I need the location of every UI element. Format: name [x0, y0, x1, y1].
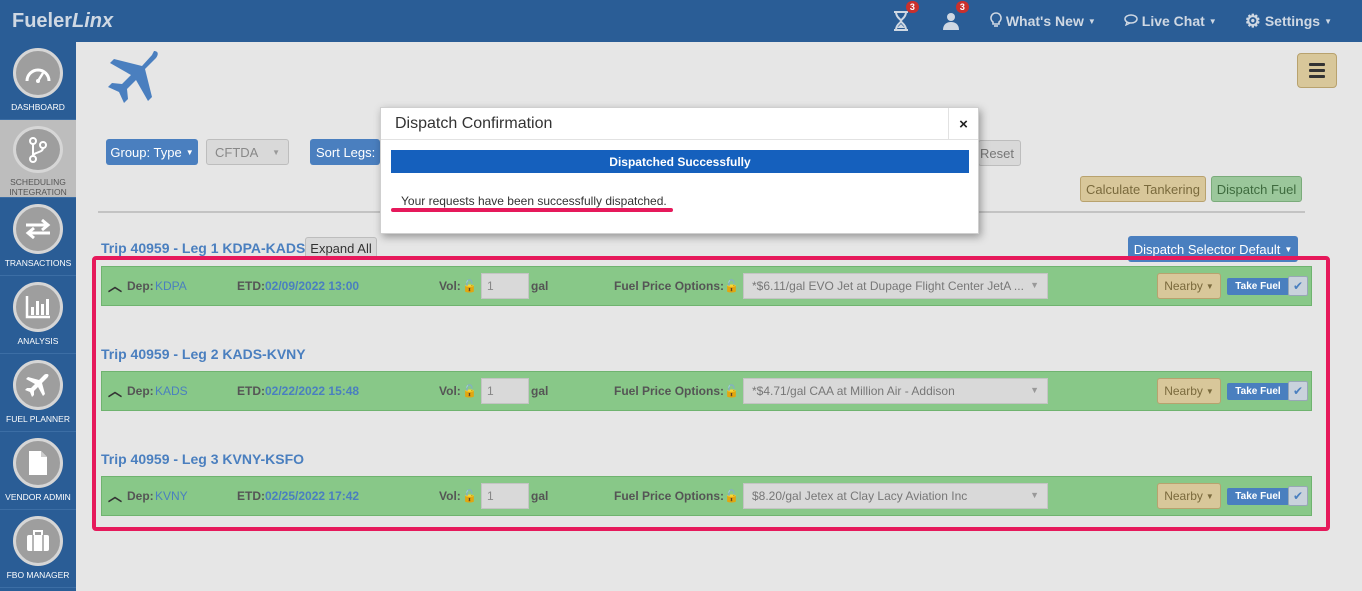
hamburger-line [1309, 75, 1325, 78]
dispatch-fuel-button[interactable]: Dispatch Fuel [1211, 176, 1302, 202]
gauge-icon [13, 48, 63, 98]
bar-chart-icon [13, 282, 63, 332]
caret-down-icon: ▼ [185, 147, 194, 157]
group-value-select[interactable]: CFTDA ▼ [206, 139, 289, 165]
sidebar-item-fbo-manager[interactable]: FBO MANAGER [0, 510, 76, 588]
briefcase-icon [13, 516, 63, 566]
notification-badge: 3 [955, 1, 969, 13]
calculate-tankering-button[interactable]: Calculate Tankering [1080, 176, 1206, 202]
brand-logo[interactable]: FuelerLinx [0, 10, 113, 33]
success-banner: Dispatched Successfully [391, 150, 969, 173]
live-chat-label: Live Chat [1141, 13, 1205, 29]
group-type-label: Group: Type [110, 144, 182, 160]
modal-title: Dispatch Confirmation [395, 114, 553, 132]
close-button[interactable]: × [948, 108, 978, 140]
hamburger-line [1309, 63, 1325, 66]
user-notifications[interactable]: 3 [940, 1, 969, 32]
group-value: CFTDA [215, 144, 259, 160]
sidebar-item-label: SCHEDULING INTEGRATION [9, 177, 67, 197]
sidebar-item-label: FUEL PLANNER [6, 414, 70, 424]
branch-icon [13, 126, 63, 173]
caret-down-icon: ▼ [1284, 244, 1293, 254]
sidebar: DASHBOARD SCHEDULING INTEGRATION TRANSAC… [0, 42, 76, 591]
lightbulb-icon [990, 11, 1002, 31]
whats-new-menu[interactable]: What's New ▼ [990, 11, 1096, 31]
sidebar-item-dashboard[interactable]: DASHBOARD [0, 42, 76, 120]
top-nav: 3 3 What's New ▼ Live Chat ▼ ⚙ Settings [862, 0, 1332, 42]
sidebar-item-label: DASHBOARD [11, 102, 65, 112]
group-type-dropdown[interactable]: Group: Type ▼ [106, 139, 198, 165]
live-chat-menu[interactable]: Live Chat ▼ [1124, 13, 1217, 29]
gear-icon: ⚙ [1244, 10, 1261, 31]
reset-button[interactable]: Reset [978, 140, 1021, 166]
sidebar-item-label: VENDOR ADMIN [5, 492, 71, 502]
expand-all-label: Expand All [310, 240, 372, 256]
sidebar-item-label: ANALYSIS [17, 336, 59, 346]
sidebar-item-transactions[interactable]: TRANSACTIONS [0, 198, 76, 276]
menu-button[interactable] [1297, 53, 1337, 88]
sort-legs-label: Sort Legs: [316, 144, 376, 160]
swap-arrows-icon [13, 204, 63, 254]
document-icon [13, 438, 63, 488]
trip-leg-title[interactable]: Trip 40959 - Leg 1 KDPA-KADS [101, 240, 305, 256]
dispatch-confirmation-modal: Dispatch Confirmation × Dispatched Succe… [380, 107, 979, 234]
dispatch-selector-label: Dispatch Selector Default [1133, 241, 1281, 257]
sidebar-item-fuel-planner[interactable]: FUEL PLANNER [0, 354, 76, 432]
sort-legs-dropdown[interactable]: Sort Legs: [310, 139, 380, 165]
settings-menu[interactable]: ⚙ Settings ▼ [1245, 11, 1332, 32]
annotation-highlight-box [92, 256, 1330, 531]
whats-new-label: What's New [1005, 13, 1084, 29]
plane-icon [13, 360, 63, 410]
sidebar-item-label: FBO MANAGER [6, 570, 70, 580]
modal-header: Dispatch Confirmation × [381, 108, 978, 140]
top-navbar: FuelerLinx 3 3 What's New ▼ Live Chat ▼ … [0, 0, 1362, 42]
caret-down-icon: ▼ [1087, 16, 1096, 26]
notification-badge: 3 [905, 1, 919, 13]
caret-down-icon: ▼ [1324, 16, 1332, 26]
caret-down-icon: ▼ [272, 147, 280, 157]
dispatch-fuel-label: Dispatch Fuel [1216, 181, 1297, 197]
user-icon: 3 [940, 1, 969, 32]
plane-icon [104, 48, 162, 106]
annotation-underline [391, 208, 673, 212]
calculate-tankering-label: Calculate Tankering [1086, 181, 1200, 197]
settings-label: Settings [1264, 13, 1321, 29]
caret-down-icon: ▼ [1208, 16, 1217, 26]
modal-message: Your requests have been successfully dis… [401, 194, 667, 208]
sidebar-item-label: TRANSACTIONS [4, 258, 72, 268]
sidebar-item-analysis[interactable]: ANALYSIS [0, 276, 76, 354]
sidebar-item-vendor-admin[interactable]: VENDOR ADMIN [0, 432, 76, 510]
sidebar-item-scheduling-integration[interactable]: SCHEDULING INTEGRATION [0, 120, 76, 198]
chat-icon [1124, 13, 1138, 29]
hourglass-icon: 3 [890, 1, 919, 32]
hamburger-line [1309, 69, 1325, 72]
hourglass-notifications[interactable]: 3 [890, 1, 919, 32]
reset-label: Reset [980, 145, 1014, 161]
